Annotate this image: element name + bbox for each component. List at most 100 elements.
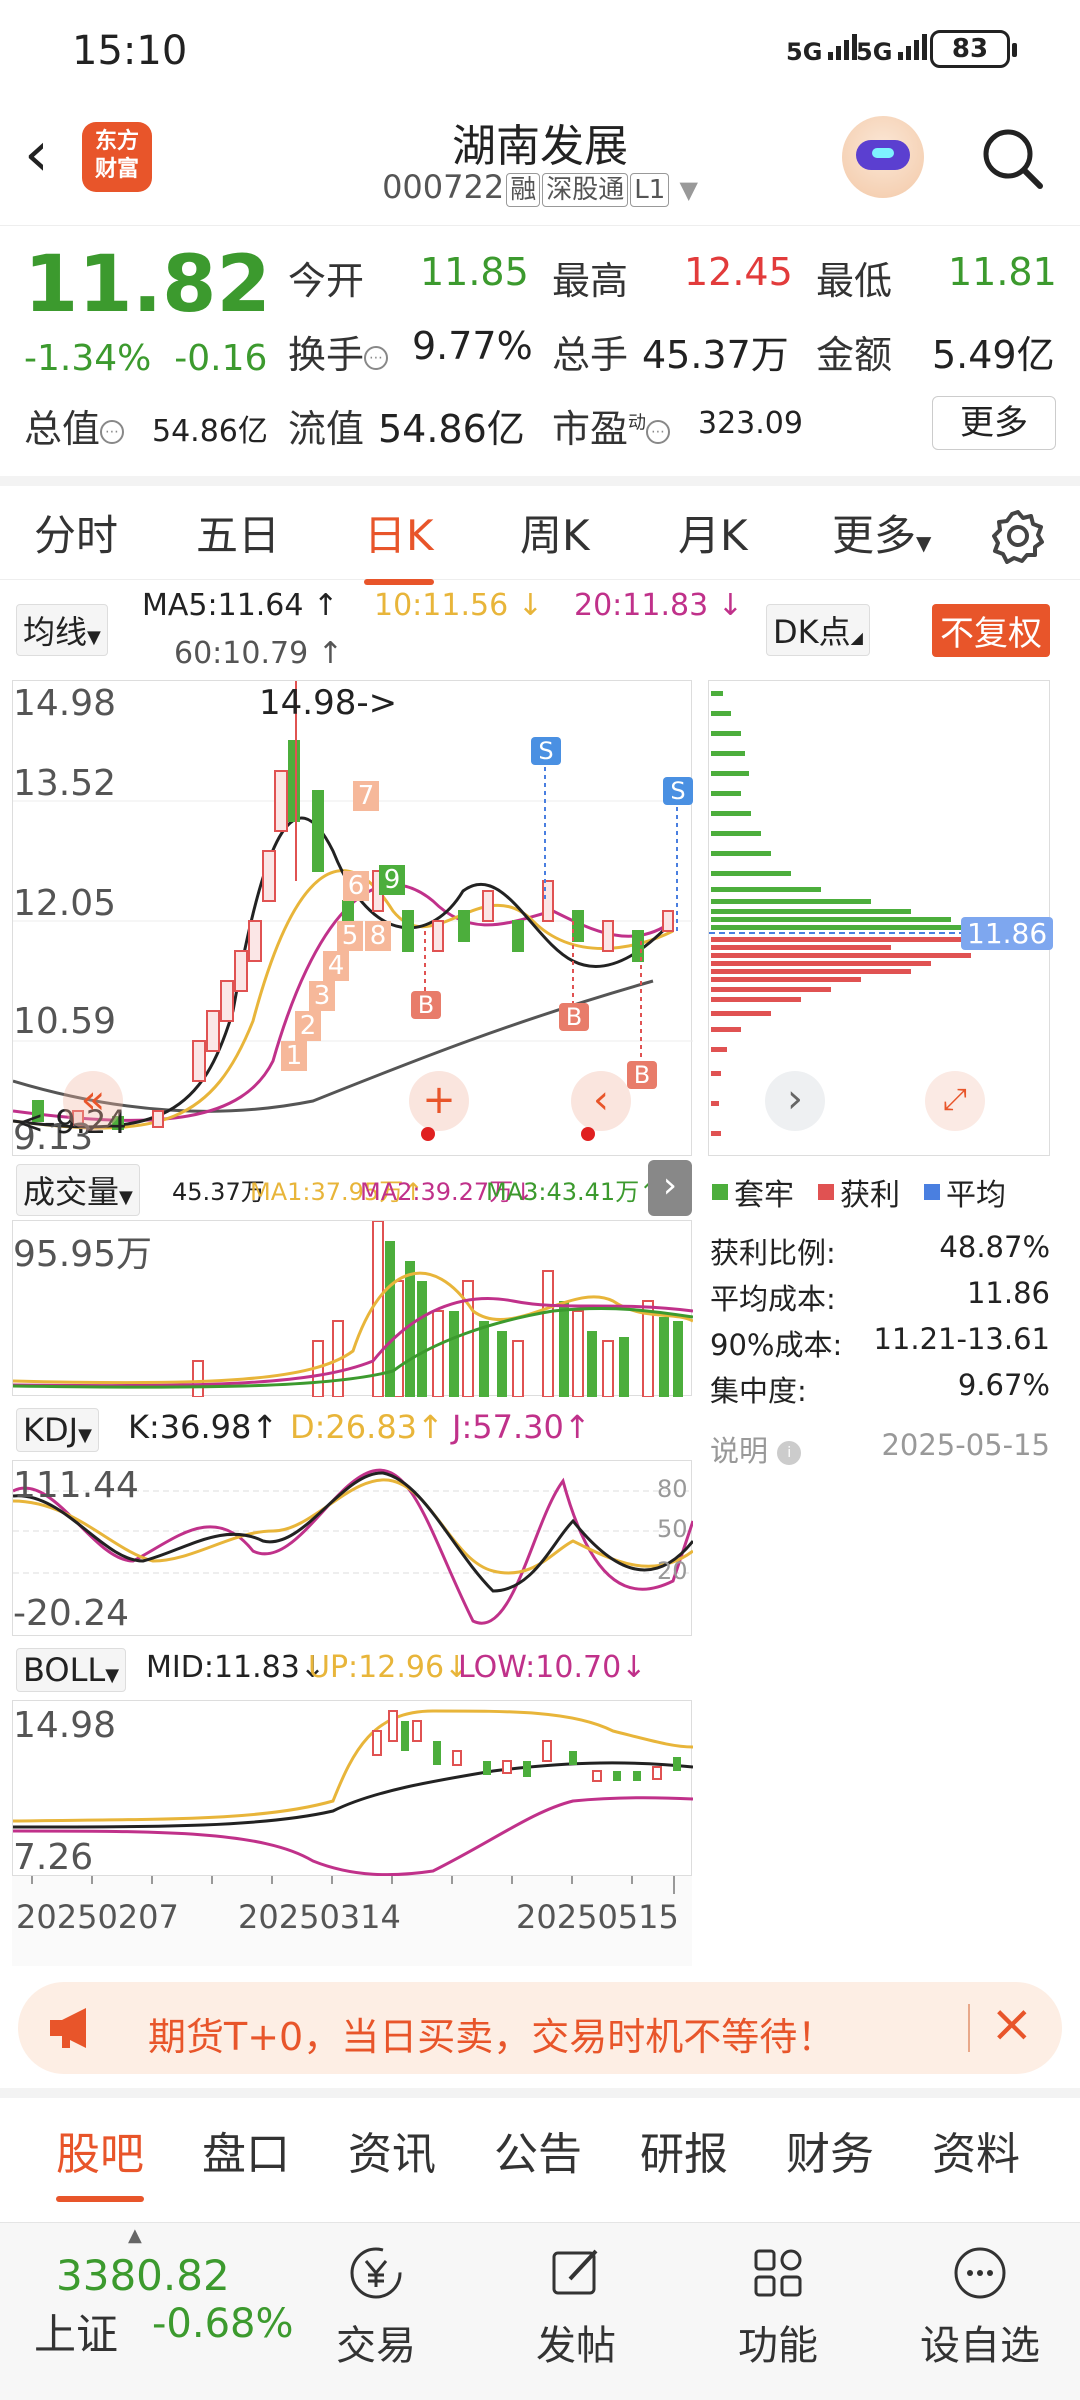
index-value[interactable]: 3380.82 <box>56 2251 230 2300</box>
megaphone-icon <box>50 2008 86 2048</box>
pe-value: 323.09 <box>698 406 803 441</box>
promo-banner[interactable]: 期货T+0，当日买卖，交易时机不等待！ × <box>18 1982 1062 2074</box>
kline-chart[interactable]: 14.98 13.52 12.05 10.59 9.13 14.98-> <-9… <box>12 680 693 1158</box>
volume-selector[interactable]: 成交量▼ <box>16 1164 140 1216</box>
info-icon[interactable]: ⋯ <box>364 345 389 370</box>
chip-distribution[interactable]: 11.86 › ⤢ <box>708 680 1054 1156</box>
tag-level: L1 <box>630 173 670 207</box>
trade-button[interactable]: 交易 <box>306 2243 446 2371</box>
volume-y-max: 95.95万 <box>13 1234 153 1275</box>
kdj-selector[interactable]: KDJ▼ <box>16 1408 99 1452</box>
caret-up-icon[interactable]: ▲ <box>128 2225 142 2246</box>
kdj-level-50: 50 <box>657 1515 688 1543</box>
status-time: 15:10 <box>72 28 188 74</box>
edit-icon <box>552 2249 598 2295</box>
date-mid: 20250314 <box>238 1898 401 1936</box>
event-dot <box>421 1127 435 1141</box>
chip-next-icon[interactable]: › <box>765 1071 825 1131</box>
info-icon[interactable]: ⋯ <box>100 419 125 444</box>
y-label-4: 10.59 <box>13 1001 117 1042</box>
buy-marker: B <box>627 1061 657 1089</box>
more-dots-icon <box>954 2247 1006 2299</box>
tab-announcements[interactable]: 公告 <box>494 2118 582 2182</box>
adjust-button[interactable]: 不复权 <box>932 604 1050 657</box>
tab-weekly-k[interactable]: 周K <box>520 502 590 563</box>
avg-cost-label: 11.86 <box>961 917 1054 950</box>
tab-news[interactable]: 资讯 <box>348 2118 436 2182</box>
seq-marker: 1 <box>281 1041 307 1071</box>
expand-icon[interactable]: ⤢ <box>925 1071 985 1131</box>
chip-note-row: 说明 i 2025-05-15 <box>710 1428 1050 1470</box>
tab-monthly-k[interactable]: 月K <box>678 502 748 563</box>
step-left-icon[interactable]: ‹ <box>571 1071 631 1131</box>
kdj-y-bottom: -20.24 <box>13 1593 130 1634</box>
search-icon[interactable] <box>980 126 1044 190</box>
close-icon[interactable]: × <box>990 1994 1034 2054</box>
tag-margin: 融 <box>506 173 541 207</box>
tab-orderbook[interactable]: 盘口 <box>202 2118 290 2182</box>
caret-down-icon: ▼ <box>87 627 101 648</box>
boll-chart[interactable]: 14.98 7.26 <box>12 1700 694 1878</box>
caret-down-icon: ▼ <box>119 1187 133 1208</box>
stock-code: 000722 <box>382 168 505 206</box>
open-value: 11.85 <box>420 250 529 294</box>
trade-yen-icon <box>350 2247 402 2299</box>
zoom-in-icon[interactable]: + <box>409 1071 469 1131</box>
float-label: 流值 <box>288 407 365 451</box>
gear-icon[interactable] <box>990 508 1046 564</box>
battery-icon: 83 <box>930 30 1017 68</box>
stock-header: ‹ 东方 财富 湖南发展 000722 融深股通 L1 ▼ <box>0 100 1080 226</box>
content-tabs: 股吧 盘口 资讯 公告 研报 财务 资料 <box>0 2098 1080 2212</box>
tab-intraday[interactable]: 分时 <box>34 502 118 563</box>
period-tabs: 分时 五日 日K 周K 月K 更多▼ <box>0 476 1080 585</box>
info-icon[interactable]: ⋯ <box>646 419 671 444</box>
dk-point-button[interactable]: DK点◢ <box>766 604 870 656</box>
caret-down-icon: ▼ <box>78 1425 92 1446</box>
tab-daily-k[interactable]: 日K <box>364 502 434 585</box>
kdj-level-20: 20 <box>657 1557 688 1585</box>
last-price: 11.82 <box>24 240 271 330</box>
more-button[interactable]: 更多 <box>932 396 1056 450</box>
y-label-3: 12.05 <box>13 883 117 924</box>
seq-marker: 5 <box>337 921 363 951</box>
max-price-label: 14.98-> <box>259 683 398 723</box>
tab-forum[interactable]: 股吧 <box>56 2118 144 2202</box>
kdj-chart[interactable]: 111.44 -20.24 80 50 20 <box>12 1460 695 1636</box>
volume-ma3: MA3:43.41万↑ <box>486 1178 660 1206</box>
bottom-bar: ▲ 3380.82 上证 -0.68% 交易 发帖 功能 设自选 <box>0 2222 1080 2400</box>
boll-selector[interactable]: BOLL▼ <box>16 1648 127 1692</box>
turnover-value: 9.77% <box>412 324 533 368</box>
robot-assistant-avatar[interactable] <box>842 116 924 198</box>
ma10-value: 10:11.56 ↓ <box>374 588 543 623</box>
ma20-value: 20:11.83 ↓ <box>574 588 743 623</box>
volume-value: 45.37万 <box>642 333 789 377</box>
tab-research[interactable]: 研报 <box>640 2118 728 2182</box>
kdj-j: J:57.30↑ <box>452 1408 591 1446</box>
boll-y-bottom: 7.26 <box>13 1837 94 1878</box>
stat-concentration: 集中度: 9.67% <box>710 1368 1050 1408</box>
tab-more[interactable]: 更多▼ <box>832 502 931 563</box>
amount-label: 金额 <box>816 333 893 377</box>
indicator-selector[interactable]: 均线▼ <box>16 604 108 656</box>
event-dot <box>581 1127 595 1141</box>
post-button[interactable]: 发帖 <box>506 2243 646 2371</box>
price-change: -1.34% -0.16 <box>24 338 268 379</box>
sell-marker: S <box>663 777 693 805</box>
volume-chart[interactable]: 95.95万 <box>12 1220 694 1398</box>
tab-five-day[interactable]: 五日 <box>196 502 280 563</box>
high-value: 12.45 <box>684 250 793 294</box>
info-icon: i <box>777 1441 802 1465</box>
amount-value: 5.49亿 <box>932 333 1055 377</box>
expand-panel-icon[interactable]: › <box>648 1160 692 1216</box>
tab-finance[interactable]: 财务 <box>786 2118 874 2182</box>
scroll-left-icon[interactable]: « <box>63 1071 123 1131</box>
signal-bars-icon <box>827 30 857 60</box>
status-bar: 15:10 5G 5G 83 <box>0 0 1080 100</box>
note-link[interactable]: 说明 i <box>710 1428 802 1470</box>
add-watchlist-button[interactable]: 设自选 <box>910 2243 1050 2371</box>
quote-panel: 11.82 -1.34% -0.16 今开 11.85 最高 12.45 最低 … <box>0 226 1080 476</box>
banner-text: 期货T+0，当日买卖，交易时机不等待！ <box>148 2015 836 2059</box>
functions-button[interactable]: 功能 <box>708 2243 848 2371</box>
tab-profile[interactable]: 资料 <box>932 2118 1020 2182</box>
stat-90-cost: 90%成本: 11.21-13.61 <box>710 1322 1050 1362</box>
